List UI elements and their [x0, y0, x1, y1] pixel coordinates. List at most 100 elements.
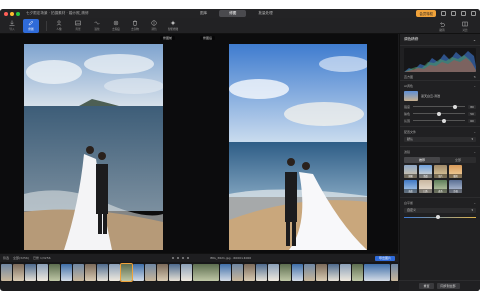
- filmstrip-thumbnail[interactable]: [352, 263, 363, 281]
- slider-value[interactable]: 60: [468, 118, 476, 123]
- photo-after[interactable]: [229, 44, 367, 250]
- slider-track[interactable]: [413, 104, 465, 109]
- temperature-slider[interactable]: [400, 215, 480, 219]
- filmstrip-thumbnail[interactable]: [49, 263, 60, 281]
- reset-button[interactable]: 重置: [419, 283, 434, 289]
- filmstrip-thumbnail[interactable]: [391, 263, 398, 281]
- tool-background[interactable]: 背景: [70, 19, 86, 33]
- filmstrip-thumbnail[interactable]: [97, 263, 108, 281]
- export-button[interactable]: 导出图片: [374, 255, 395, 261]
- slider-knob[interactable]: [442, 118, 447, 123]
- chevron-down-icon: ⌄: [473, 201, 476, 205]
- temperature-knob[interactable]: [436, 215, 441, 219]
- filmstrip-thumbnail[interactable]: [340, 263, 351, 281]
- filter-tile[interactable]: 胶片: [434, 165, 447, 178]
- tab-batch[interactable]: 批量处理: [248, 10, 282, 17]
- settings-icon[interactable]: [461, 11, 466, 16]
- tool-color[interactable]: 调色: [146, 19, 162, 33]
- filmstrip-thumbnail[interactable]: [133, 263, 144, 281]
- single-view-icon[interactable]: [177, 257, 179, 259]
- tool-remove[interactable]: 去杂物: [127, 19, 143, 33]
- filter-tile[interactable]: 海蓝: [404, 180, 417, 193]
- filter-tile[interactable]: 清透: [419, 165, 432, 178]
- filmstrip-thumbnail[interactable]: [280, 263, 291, 281]
- filter-section-header[interactable]: 滤镜 ⌄: [400, 149, 480, 155]
- panel-collapse-icon[interactable]: ⌄: [473, 38, 476, 42]
- preset-item[interactable]: 蓝天白云-清透: [400, 89, 480, 103]
- slider-track[interactable]: [413, 111, 465, 116]
- filter-tile[interactable]: 原图: [404, 165, 417, 178]
- profile-section-header[interactable]: 配置文件 ⌄: [400, 129, 480, 135]
- filter-tab-all[interactable]: 全部: [440, 157, 476, 163]
- slider-value[interactable]: 80: [468, 104, 476, 109]
- minimize-window-button[interactable]: [10, 11, 14, 16]
- filmstrip-thumbnail[interactable]: [328, 263, 339, 281]
- slider-value[interactable]: 50: [468, 111, 476, 116]
- compare-view-icon[interactable]: [182, 257, 184, 259]
- filter-button[interactable]: 筛选: [3, 256, 9, 260]
- filmstrip-thumbnail[interactable]: [25, 263, 36, 281]
- tool-import[interactable]: 导入: [4, 19, 20, 33]
- filter-tile[interactable]: 森系: [434, 180, 447, 193]
- refresh-icon[interactable]: ↻: [473, 75, 476, 79]
- filmstrip-thumbnail[interactable]: [37, 263, 48, 281]
- filmstrip-thumbnail[interactable]: [61, 263, 72, 281]
- tool-edit[interactable]: 修图: [23, 18, 39, 33]
- filmstrip-thumbnail[interactable]: [316, 263, 327, 281]
- filmstrip-thumbnail[interactable]: [292, 263, 303, 281]
- filmstrip-thumbnail[interactable]: [304, 263, 315, 281]
- filmstrip-thumbnail[interactable]: [256, 263, 267, 281]
- slider-track[interactable]: [413, 118, 465, 123]
- tab-edit[interactable]: 修图: [219, 10, 247, 17]
- filmstrip-thumbnail[interactable]: [109, 263, 120, 281]
- filmstrip-thumbnail[interactable]: [1, 263, 12, 281]
- filmstrip-thumbnail[interactable]: [244, 263, 255, 281]
- photo-viewer[interactable]: 修图前 修图后: [0, 34, 398, 264]
- tool-portrait[interactable]: 人像: [51, 19, 67, 33]
- filmstrip-thumbnail[interactable]: [145, 263, 156, 281]
- filter-tile[interactable]: 冷调: [449, 180, 462, 193]
- filmstrip-thumbnail[interactable]: [364, 263, 390, 281]
- filmstrip-thumbnail[interactable]: [220, 263, 231, 281]
- filmstrip-thumbnail[interactable]: [181, 263, 192, 281]
- filmstrip-thumbnail[interactable]: [13, 263, 24, 281]
- slider-knob[interactable]: [436, 111, 441, 116]
- user-icon[interactable]: [441, 11, 446, 16]
- filmstrip-thumbnail[interactable]: [73, 263, 84, 281]
- sync-all-button[interactable]: 同步到全部: [436, 283, 460, 289]
- tab-library[interactable]: 图库: [190, 10, 217, 17]
- photo-before[interactable]: [24, 44, 163, 250]
- filmstrip-thumbnail[interactable]: [157, 263, 168, 281]
- tool-heal[interactable]: 去瑕疵: [108, 19, 124, 33]
- filmstrip-thumbnail[interactable]: [120, 262, 133, 282]
- filmstrip[interactable]: [0, 262, 398, 282]
- slider-row[interactable]: 强度 80: [400, 103, 480, 110]
- filmstrip-thumbnail[interactable]: [232, 263, 243, 281]
- layout-icon[interactable]: [471, 11, 476, 16]
- filmstrip-thumbnail[interactable]: [268, 263, 279, 281]
- close-window-button[interactable]: [4, 11, 8, 16]
- slider-knob[interactable]: [452, 104, 457, 109]
- filmstrip-thumbnail[interactable]: [85, 263, 96, 281]
- tool-ai[interactable]: 智能修图: [165, 19, 181, 33]
- profile-select[interactable]: 默认 ▾: [404, 137, 476, 142]
- compare-button[interactable]: 对比: [457, 19, 473, 33]
- all-photos-count[interactable]: 全部(3256): [13, 256, 29, 260]
- filmstrip-thumbnail[interactable]: [169, 263, 180, 281]
- white-balance-select[interactable]: 自定义 ▾: [404, 208, 476, 213]
- tool-liquify[interactable]: 液化: [89, 19, 105, 33]
- grid-view-icon[interactable]: [172, 257, 174, 259]
- undo-button[interactable]: 撤销: [434, 19, 450, 33]
- filter-tile[interactable]: 日系: [419, 180, 432, 193]
- zoom-view-icon[interactable]: [187, 257, 189, 259]
- slider-row[interactable]: 肤色 50: [400, 110, 480, 117]
- vip-badge-button[interactable]: 会员特权: [416, 10, 436, 17]
- filter-tile[interactable]: 暖阳: [449, 165, 462, 178]
- white-balance-header[interactable]: 白平衡 ⌄: [400, 200, 480, 206]
- message-icon[interactable]: [451, 11, 456, 16]
- slider-row[interactable]: 氛围 60: [400, 117, 480, 124]
- temperature-track[interactable]: [404, 215, 476, 219]
- maximize-window-button[interactable]: [16, 11, 20, 16]
- filmstrip-thumbnail[interactable]: [193, 263, 219, 281]
- filter-tab-recommended[interactable]: 推荐: [404, 157, 440, 163]
